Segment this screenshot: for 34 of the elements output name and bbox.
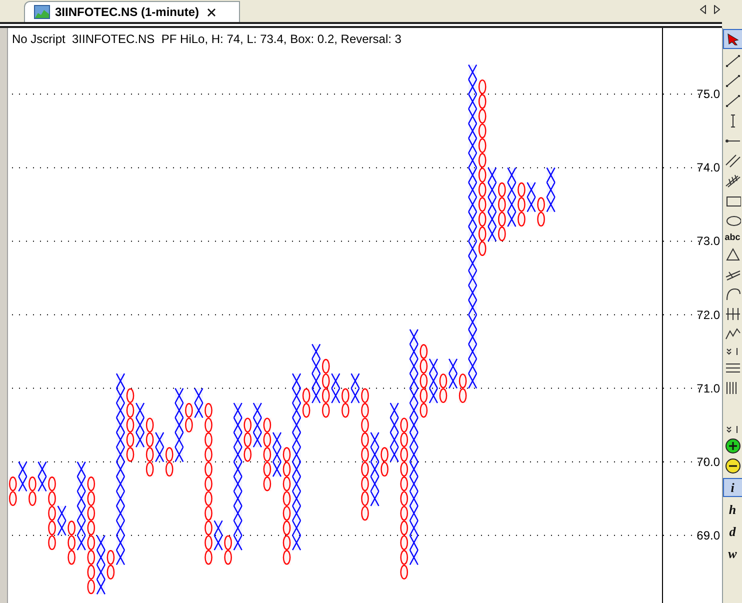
line-tool-icon[interactable]: [724, 53, 740, 69]
axis-tick-label: 70.0: [696, 454, 720, 469]
chart-tab[interactable]: 3IINFOTEC.NS (1-minute): [24, 1, 240, 22]
text-tool[interactable]: abc: [724, 233, 740, 242]
scroll-right-icon[interactable]: [714, 5, 720, 14]
axis-tick-label: 74.0: [696, 160, 720, 175]
letter-tool[interactable]: w: [722, 544, 742, 563]
axis-tick-label: 73.0: [696, 234, 720, 248]
tab-title: 3IINFOTEC.NS (1-minute): [55, 4, 200, 21]
axis-tick-label: 71.0: [696, 381, 720, 396]
axis-tick-label: 72.0: [696, 308, 720, 322]
letter-tool[interactable]: d: [722, 522, 742, 541]
chart-header: No Jscript 3IINFOTEC.NS PF HiLo, H: 74, L: 73.4, Box: 0.2, Reversal: 3: [12, 33, 402, 45]
grip-icon[interactable]: [724, 346, 740, 356]
parallel-lines-icon[interactable]: [724, 153, 740, 169]
tick-lines-icon[interactable]: [724, 306, 740, 322]
letter-tool[interactable]: i: [722, 478, 742, 497]
zoom-out-icon[interactable]: [724, 458, 740, 474]
zigzag-icon[interactable]: [724, 326, 740, 342]
arrow-pointer-icon: [726, 32, 740, 46]
hatched-lines-icon[interactable]: [724, 173, 740, 189]
arc-icon[interactable]: [724, 286, 740, 302]
line-tool-icon[interactable]: [724, 73, 740, 89]
pointer-tool[interactable]: [722, 29, 742, 49]
letter-tool[interactable]: h: [722, 500, 742, 519]
line-tool-icon[interactable]: [724, 93, 740, 109]
triangle-icon[interactable]: [724, 246, 740, 262]
close-icon[interactable]: [207, 8, 216, 16]
grip-icon[interactable]: [724, 424, 740, 434]
axis-tick-label: 69.0: [696, 528, 720, 542]
chart-thumbnail-icon: [34, 5, 50, 19]
axis-tick-label: 75.0: [696, 87, 720, 102]
zoom-in-icon[interactable]: [724, 438, 740, 454]
scroll-left-icon[interactable]: [700, 5, 706, 14]
